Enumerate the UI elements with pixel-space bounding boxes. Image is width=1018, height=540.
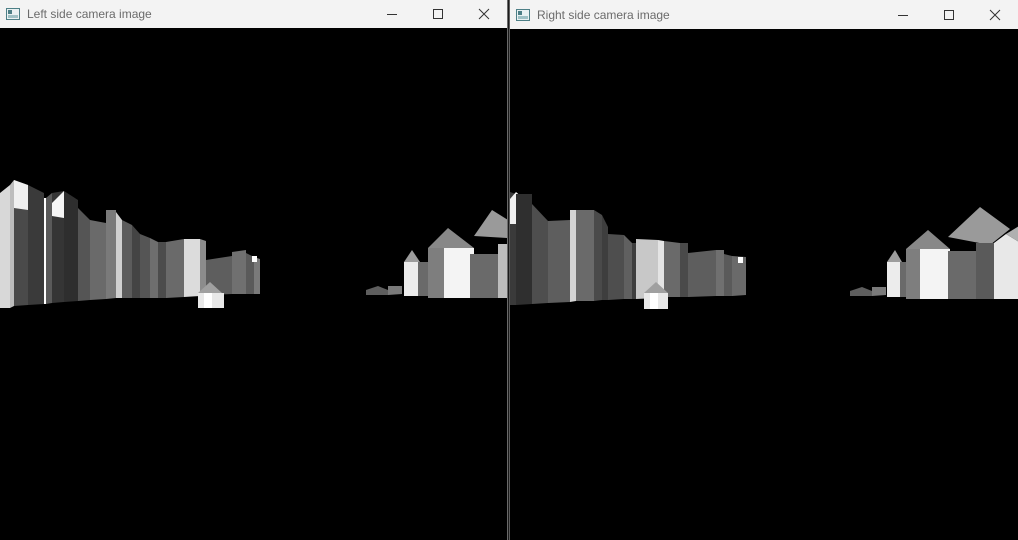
close-icon: [989, 9, 1001, 20]
left-building-cluster: [510, 192, 746, 305]
left-window-titlebar[interactable]: Left side camera image: [0, 0, 507, 28]
left-window-controls: [369, 0, 507, 28]
left-window-title: Left side camera image: [27, 7, 152, 21]
left-camera-window: Left side camera image: [0, 0, 508, 540]
right-camera-scene: [510, 192, 1018, 309]
left-camera-viewport[interactable]: [0, 28, 507, 540]
minimize-icon: [387, 14, 397, 15]
maximize-icon: [944, 9, 954, 20]
right-close-button[interactable]: [972, 0, 1018, 29]
left-maximize-button[interactable]: [415, 0, 461, 28]
right-window-titlebar[interactable]: Right side camera image: [510, 0, 1018, 29]
left-minimize-button[interactable]: [369, 0, 415, 28]
right-minimize-button[interactable]: [880, 0, 926, 29]
window-app-icon: [6, 8, 20, 20]
close-icon: [478, 8, 490, 20]
window-app-icon: [516, 8, 530, 21]
left-close-button[interactable]: [461, 0, 507, 28]
right-building-cluster: [366, 210, 507, 298]
right-window-title: Right side camera image: [537, 7, 670, 22]
left-camera-scene: [0, 180, 507, 308]
left-building-cluster: [0, 180, 260, 308]
right-camera-viewport[interactable]: [510, 29, 1018, 540]
right-maximize-button[interactable]: [926, 0, 972, 29]
right-camera-window: Right side camera image: [509, 0, 1018, 540]
maximize-icon: [433, 9, 443, 19]
right-window-controls: [880, 0, 1018, 29]
right-building-cluster: [850, 207, 1018, 299]
minimize-icon: [898, 14, 908, 16]
